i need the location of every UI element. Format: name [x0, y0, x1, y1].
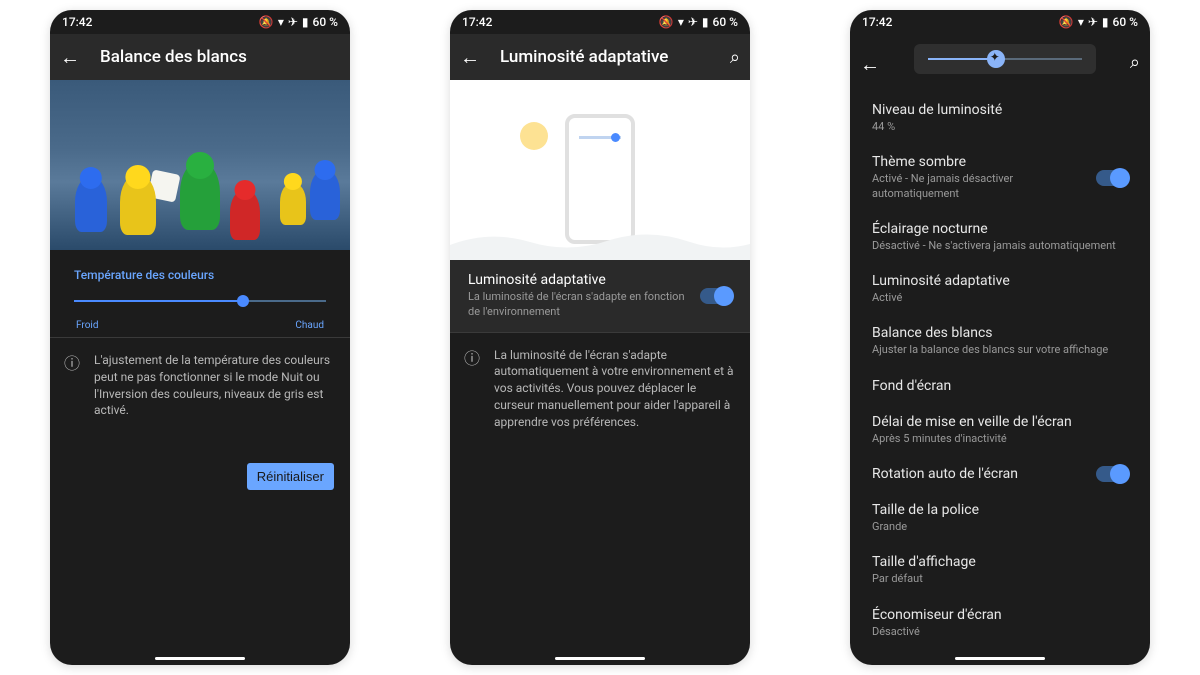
- brightness-slider[interactable]: [928, 58, 1082, 60]
- color-temp-slider[interactable]: [74, 300, 326, 302]
- wifi-icon: ▾: [678, 16, 684, 28]
- back-icon[interactable]: ←: [60, 45, 80, 70]
- item-sub: Activé: [872, 291, 1128, 305]
- item-sub: 44 %: [872, 120, 1128, 134]
- settings-item[interactable]: Taille de la police Grande: [850, 492, 1150, 544]
- screen-adaptive-brightness: 17:42 🔕 ▾ ✈ ▮ 60 % ← Luminosité adaptati…: [450, 10, 750, 665]
- item-title: Éclairage nocturne: [872, 221, 1128, 237]
- clock: 17:42: [462, 15, 492, 29]
- info-text: L'ajustement de la température des coule…: [94, 352, 336, 419]
- item-title: Fond d'écran: [872, 378, 1128, 394]
- item-title: Niveau de luminosité: [872, 102, 1128, 118]
- item-title: Balance des blancs: [872, 325, 1128, 341]
- airplane-icon: ✈: [1088, 16, 1098, 28]
- battery-pct: 60 %: [713, 15, 738, 29]
- battery-pct: 60 %: [313, 15, 338, 29]
- clock: 17:42: [62, 15, 92, 29]
- settings-item[interactable]: Luminosité adaptative Activé: [850, 263, 1150, 315]
- back-icon[interactable]: ←: [460, 45, 480, 70]
- page-title: Luminosité adaptative: [500, 47, 710, 67]
- adaptive-brightness-row[interactable]: Luminosité adaptative La luminosité de l…: [450, 260, 750, 332]
- item-title: Thème sombre: [872, 154, 1084, 170]
- settings-item[interactable]: Rotation auto de l'écran: [850, 456, 1150, 492]
- info-icon: ⓘ: [64, 353, 80, 419]
- info-note: ⓘ L'ajustement de la température des cou…: [50, 338, 350, 433]
- search-icon[interactable]: ⌕: [1130, 52, 1140, 73]
- item-title: Taille d'affichage: [872, 554, 1128, 570]
- battery-pct: 60 %: [1113, 15, 1138, 29]
- dnd-icon: 🔕: [1059, 16, 1074, 28]
- brightness-slider-box: [914, 44, 1096, 74]
- settings-item[interactable]: Économiseur d'écran Désactivé: [850, 597, 1150, 649]
- illustration: [450, 80, 750, 260]
- nav-handle[interactable]: [955, 657, 1045, 660]
- item-title: Économiseur d'écran: [872, 607, 1128, 623]
- setting-sub: La luminosité de l'écran s'adapte en fon…: [468, 290, 688, 320]
- item-sub: Grande: [872, 520, 1128, 534]
- item-sub: Par défaut: [872, 572, 1128, 586]
- settings-item[interactable]: Thème sombre Activé - Ne jamais désactive…: [850, 144, 1150, 211]
- item-toggle[interactable]: [1096, 466, 1128, 482]
- clock: 17:42: [862, 15, 892, 29]
- dnd-icon: 🔕: [259, 16, 274, 28]
- slider-min-label: Froid: [76, 320, 98, 331]
- settings-item[interactable]: Balance des blancs Ajuster la balance des…: [850, 315, 1150, 367]
- app-bar: ← ⌕: [850, 34, 1150, 88]
- item-sub: Désactivé - Ne s'activera jamais automat…: [872, 239, 1128, 253]
- settings-list: Niveau de luminosité 44 % Thème sombre Acti…: [850, 88, 1150, 653]
- status-bar: 17:42 🔕 ▾ ✈ ▮ 60 %: [450, 10, 750, 34]
- page-title: Balance des blancs: [100, 47, 340, 67]
- item-sub: Ajuster la balance des blancs sur votre …: [872, 343, 1128, 357]
- wifi-icon: ▾: [278, 16, 284, 28]
- preview-image: [50, 80, 350, 250]
- status-bar: 17:42 🔕 ▾ ✈ ▮ 60 %: [50, 10, 350, 34]
- reset-button[interactable]: Réinitialiser: [247, 463, 334, 490]
- setting-title: Luminosité adaptative: [468, 272, 688, 288]
- search-icon[interactable]: ⌕: [730, 47, 740, 68]
- battery-icon: ▮: [1102, 16, 1109, 28]
- item-sub: Activé - Ne jamais désactiver automatiqu…: [872, 172, 1084, 201]
- settings-item[interactable]: Taille d'affichage Par défaut: [850, 544, 1150, 596]
- nav-handle[interactable]: [155, 657, 245, 660]
- item-title: Luminosité adaptative: [872, 273, 1128, 289]
- brightness-icon[interactable]: [987, 50, 1005, 68]
- app-bar: ← Luminosité adaptative ⌕: [450, 34, 750, 80]
- battery-icon: ▮: [702, 16, 709, 28]
- battery-icon: ▮: [302, 16, 309, 28]
- info-icon: ⓘ: [464, 348, 480, 431]
- info-text: La luminosité de l'écran s'adapte automa…: [494, 347, 736, 431]
- airplane-icon: ✈: [288, 16, 298, 28]
- status-bar: 17:42 🔕 ▾ ✈ ▮ 60 %: [850, 10, 1150, 34]
- screen-display-settings: 17:42 🔕 ▾ ✈ ▮ 60 % ← ⌕ Niveau de luminos…: [850, 10, 1150, 665]
- airplane-icon: ✈: [688, 16, 698, 28]
- settings-item[interactable]: Délai de mise en veille de l'écran Après …: [850, 404, 1150, 456]
- item-title: Taille de la police: [872, 502, 1128, 518]
- item-sub: Désactivé: [872, 625, 1128, 639]
- app-bar: ← Balance des blancs: [50, 34, 350, 80]
- dnd-icon: 🔕: [659, 16, 674, 28]
- back-icon[interactable]: ←: [860, 52, 880, 77]
- info-note: ⓘ La luminosité de l'écran s'adapte auto…: [450, 333, 750, 445]
- adaptive-brightness-toggle[interactable]: [700, 288, 732, 304]
- item-toggle[interactable]: [1096, 170, 1128, 186]
- item-sub: Après 5 minutes d'inactivité: [872, 432, 1128, 446]
- item-title: Rotation auto de l'écran: [872, 466, 1084, 482]
- section-label: Température des couleurs: [74, 268, 326, 282]
- nav-handle[interactable]: [555, 657, 645, 660]
- settings-item[interactable]: Niveau de luminosité 44 %: [850, 92, 1150, 144]
- settings-item[interactable]: Éclairage nocturne Désactivé - Ne s'activ…: [850, 211, 1150, 263]
- settings-item[interactable]: Fond d'écran: [850, 368, 1150, 404]
- slider-max-label: Chaud: [295, 320, 324, 331]
- wifi-icon: ▾: [1078, 16, 1084, 28]
- item-title: Délai de mise en veille de l'écran: [872, 414, 1128, 430]
- screen-white-balance: 17:42 🔕 ▾ ✈ ▮ 60 % ← Balance des blancs …: [50, 10, 350, 665]
